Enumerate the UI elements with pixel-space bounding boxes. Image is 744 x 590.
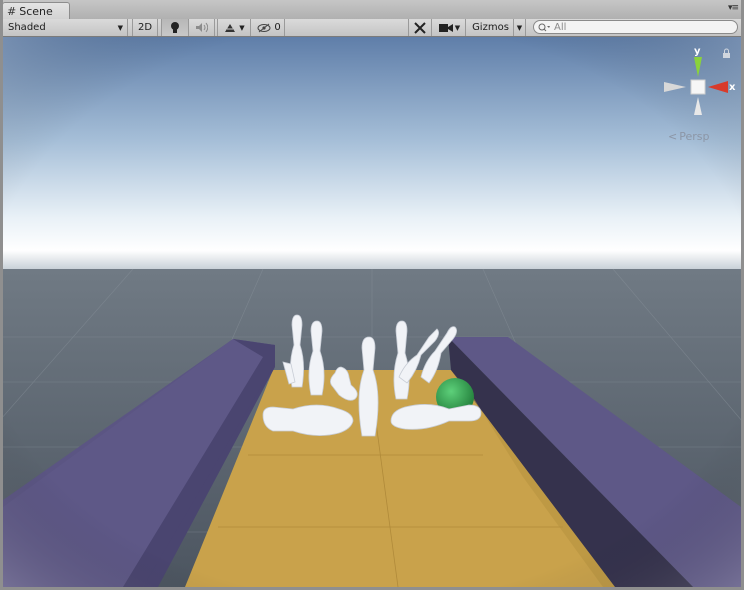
camera-icon [438,23,453,32]
search-icon [538,23,550,31]
window-menu-icon[interactable]: ▾≡ [728,3,739,13]
draw-mode-value: Shaded [8,22,46,33]
draw-mode-dropdown[interactable]: Shaded ▼ [0,19,128,36]
scene-viewport[interactable] [3,37,741,587]
audio-icon [196,22,208,33]
gizmo-center-cube[interactable] [690,79,706,95]
y-axis-cone[interactable] [694,57,702,77]
tab-label: Scene [19,4,53,18]
gizmos-button[interactable]: Gizmos [468,19,514,36]
search-input[interactable]: All [533,20,738,34]
gizmo-x-label: x [729,82,736,93]
gizmo-y-label: y [694,46,701,57]
projection-label: Persp [679,130,710,143]
effects-icon [225,23,236,32]
neg-x-cone[interactable] [664,82,686,92]
neg-y-cone[interactable] [694,97,702,115]
camera-dropdown[interactable]: ▼ [434,19,466,36]
light-bulb-icon [171,22,179,33]
search-placeholder: All [554,21,567,33]
scene-toolbar: Shaded ▼ 2D ▼ 0 ▼ Gizmos ▼ All [0,19,744,37]
lighting-toggle-button[interactable] [161,19,189,36]
projection-toggle[interactable]: < Persp [668,130,709,143]
hidden-objects-icon [257,23,271,32]
hidden-objects-toggle[interactable]: 0 [253,19,285,36]
x-axis-cone[interactable] [708,81,728,93]
lock-icon[interactable] [723,48,730,58]
scene-render [3,37,741,587]
scene-grid-icon: # [7,4,17,18]
toggle-2d-button[interactable]: 2D [132,19,158,36]
chevron-down-icon: ▼ [239,23,245,32]
chevron-down-icon: ▼ [454,23,461,32]
effects-dropdown[interactable]: ▼ [217,19,251,36]
effects-count: 0 [274,22,281,33]
tab-scene[interactable]: # Scene [2,2,70,19]
scene-tools-button[interactable] [408,19,432,36]
tab-bar: # Scene ▾≡ [0,0,744,20]
gizmos-dropdown[interactable]: ▼ [514,19,526,36]
audio-toggle-button[interactable] [189,19,215,36]
chevron-down-icon: ▼ [516,23,523,32]
gizmos-label: Gizmos [472,22,509,33]
tools-icon [414,21,426,34]
toggle-2d-label: 2D [137,22,153,33]
chevron-down-icon: ▼ [117,23,123,32]
persp-icon: < [668,130,678,143]
